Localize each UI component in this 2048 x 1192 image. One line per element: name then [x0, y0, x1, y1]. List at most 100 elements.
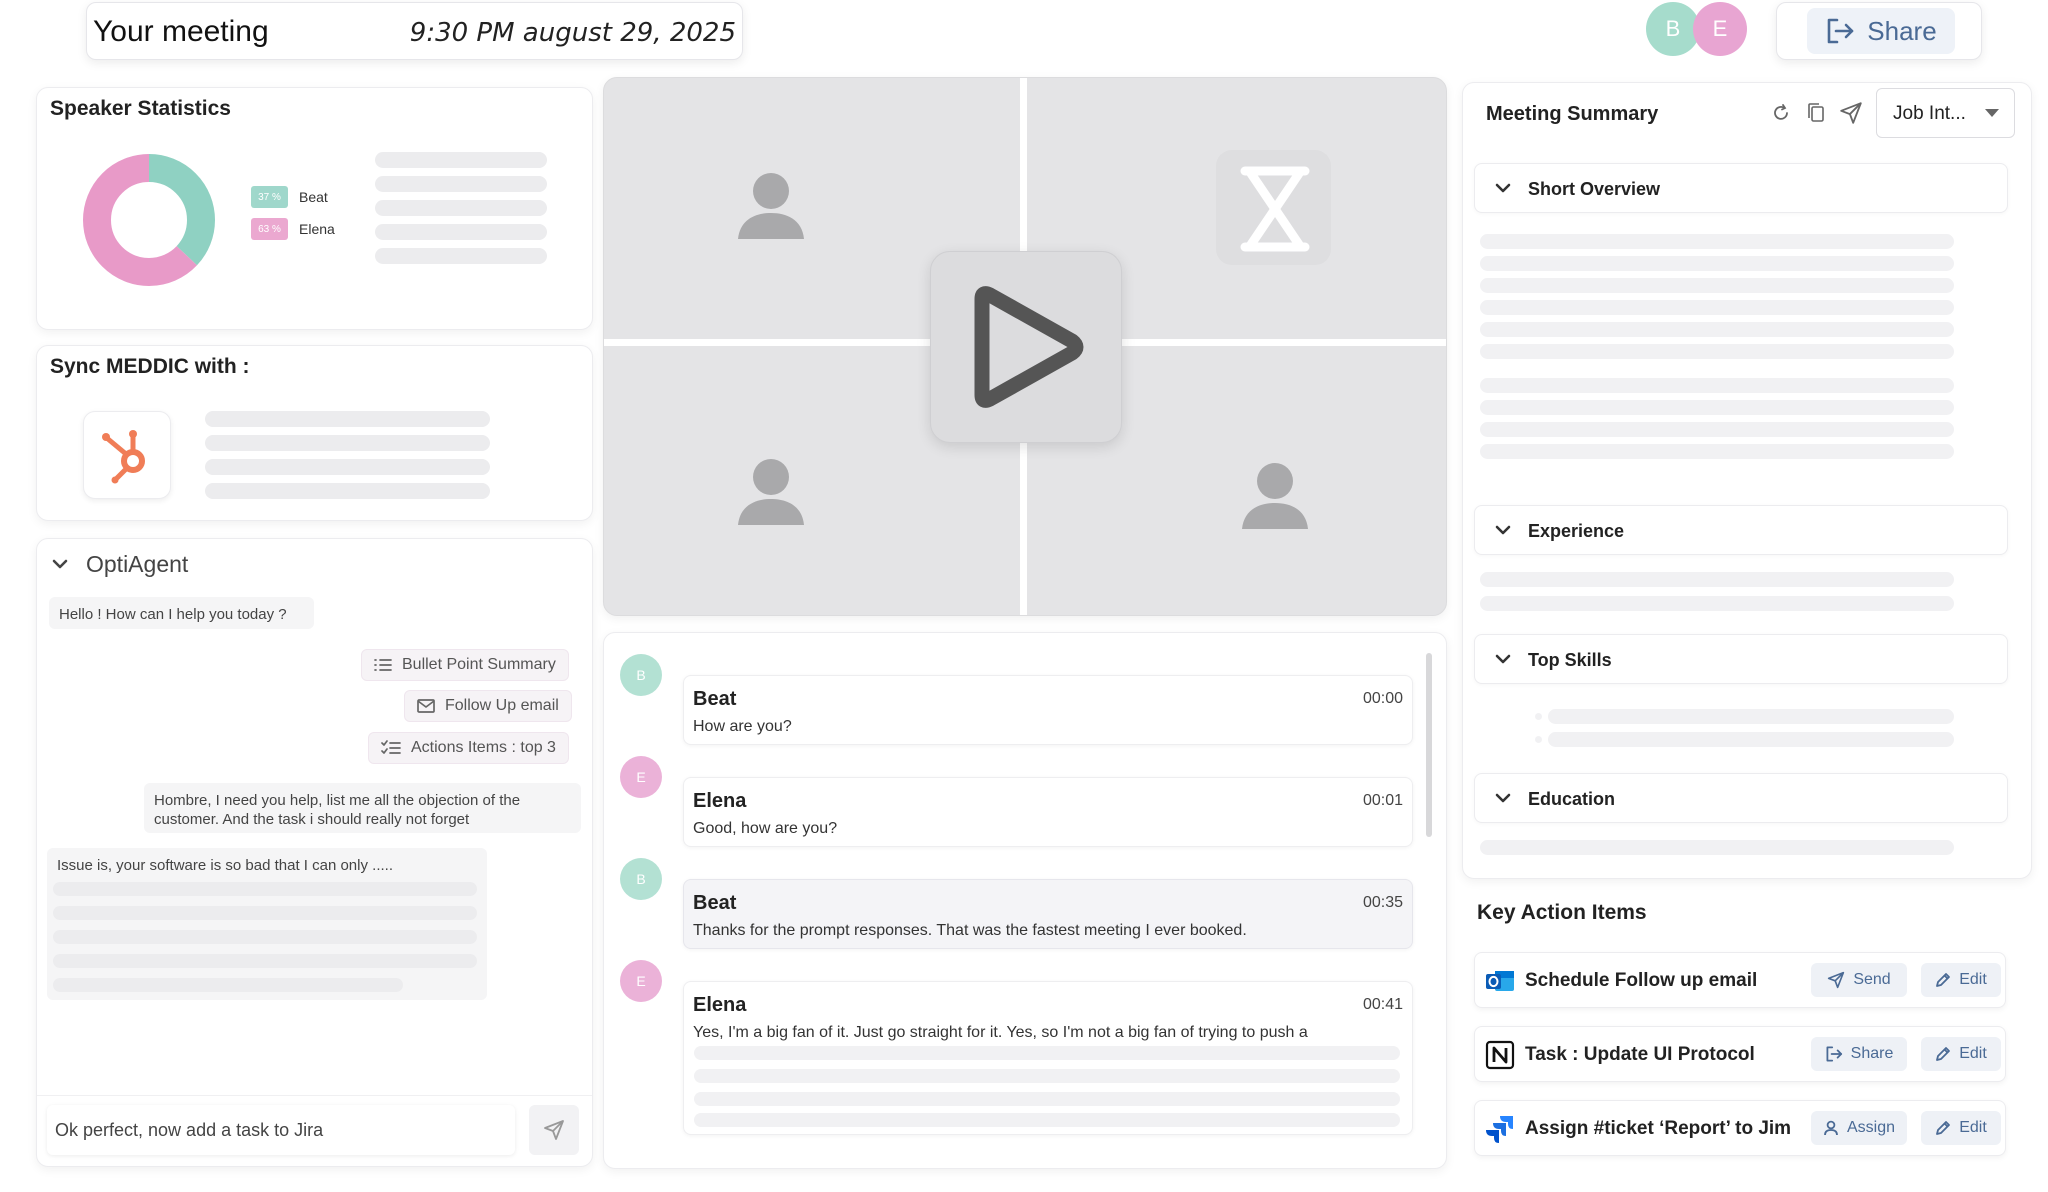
legend-percent-beat: 37 %: [258, 191, 281, 203]
avatar-initial: B: [1665, 16, 1681, 41]
send-label: Send: [1853, 971, 1891, 988]
participant-avatar-b[interactable]: B: [1646, 2, 1700, 56]
send-icon: [1828, 971, 1845, 989]
suggestion-action-items[interactable]: Actions Items : top 3: [368, 732, 569, 764]
copy-icon[interactable]: [1806, 102, 1826, 124]
participant-tile-icon: [738, 459, 804, 525]
agent-reply: Issue is, your software is so bad that I…: [47, 848, 487, 1000]
participant-avatar-e[interactable]: E: [1693, 2, 1747, 56]
share-button[interactable]: Share: [1811, 1037, 1907, 1071]
caret-down-icon: [1985, 109, 1999, 117]
legend-swatch-beat: 37 %: [251, 186, 288, 208]
transcript-entry[interactable]: Beat 00:00 How are you?: [683, 675, 1413, 745]
chevron-down-icon: [1495, 183, 1511, 193]
key-action-items-title: Key Action Items: [1477, 901, 1647, 924]
optiagent-panel: OptiAgent Hello ! How can I help you tod…: [36, 538, 593, 1167]
avatar-initial: E: [1712, 16, 1728, 41]
skeleton-line: [205, 435, 490, 451]
share-label: Share: [1867, 15, 1937, 46]
agent-greeting-text: Hello ! How can I help you today ?: [59, 606, 287, 623]
sync-meddic-title: Sync MEDDIC with :: [50, 355, 250, 378]
skeleton-line: [694, 1046, 1400, 1060]
skeleton-line: [1480, 300, 1954, 315]
user-message-text: Hombre, I need you help, list me all the…: [154, 792, 521, 828]
skeleton-line: [1480, 278, 1954, 293]
chevron-down-icon: [1495, 793, 1511, 803]
skeleton-line: [694, 1113, 1400, 1127]
skeleton-line: [1480, 596, 1954, 611]
play-button[interactable]: [930, 251, 1122, 443]
section-label: Experience: [1528, 521, 1625, 541]
skeleton-line: [375, 176, 547, 192]
skeleton-line: [375, 248, 547, 264]
send-button[interactable]: Send: [1811, 963, 1907, 997]
section-short-overview[interactable]: Short Overview: [1474, 163, 2008, 213]
avatar-initial: E: [636, 973, 646, 989]
transcript-entry-active[interactable]: Beat 00:35 Thanks for the prompt respons…: [683, 879, 1413, 949]
sync-meddic-card: Sync MEDDIC with :: [36, 345, 593, 521]
jira-icon: [1486, 1116, 1513, 1143]
meeting-title-bar: Your meeting 9:30 PM august 29, 2025: [86, 2, 743, 60]
share-exit-icon: [1826, 1046, 1842, 1062]
edit-button[interactable]: Edit: [1921, 1111, 2001, 1145]
checklist-icon: [381, 740, 401, 754]
transcript-text: Yes, I'm a big fan of it. Just go straig…: [693, 1024, 1308, 1041]
section-label: Short Overview: [1528, 179, 1661, 199]
skeleton-line: [1548, 732, 1954, 747]
skeleton-line: [375, 152, 547, 168]
send-message-button[interactable]: [529, 1105, 579, 1155]
skeleton-line: [1480, 840, 1954, 855]
chevron-down-icon: [1495, 525, 1511, 535]
participant-tile-icon: [738, 173, 804, 239]
transcript-speaker: Beat: [693, 688, 737, 710]
share-exit-icon: [1827, 18, 1854, 44]
transcript-speaker: Beat: [693, 892, 737, 914]
hourglass-icon: [1240, 166, 1310, 252]
skeleton-line: [205, 411, 490, 427]
template-select[interactable]: Job Int...: [1876, 88, 2015, 138]
transcript-avatar: E: [620, 960, 662, 1002]
skeleton-line: [53, 954, 477, 968]
legend-swatch-elena: 63 %: [251, 218, 288, 240]
suggestion-bullet-summary[interactable]: Bullet Point Summary: [361, 649, 569, 681]
skeleton-line: [1480, 444, 1954, 459]
transcript-scrollbar[interactable]: [1426, 653, 1432, 837]
hubspot-button[interactable]: [83, 411, 171, 499]
suggestion-label: Bullet Point Summary: [402, 656, 556, 673]
skeleton-line: [53, 930, 477, 944]
skeleton-line: [1480, 378, 1954, 393]
section-top-skills[interactable]: Top Skills: [1474, 634, 2008, 684]
meeting-summary-title: Meeting Summary: [1486, 103, 1659, 125]
transcript-timestamp: 00:01: [1362, 792, 1403, 809]
suggestion-follow-up-email[interactable]: Follow Up email: [404, 690, 572, 722]
skeleton-line: [1548, 709, 1954, 724]
section-label: Top Skills: [1528, 650, 1612, 670]
chevron-down-icon[interactable]: [50, 554, 70, 574]
skeleton-line: [1480, 256, 1954, 271]
optiagent-title: OptiAgent: [86, 551, 189, 577]
assign-label: Assign: [1846, 1119, 1896, 1136]
edit-label: Edit: [1959, 1119, 1987, 1136]
meeting-datetime: 9:30 PM august 29, 2025: [409, 18, 736, 48]
list-icon: [374, 659, 392, 671]
skeleton-line: [1480, 422, 1954, 437]
refresh-icon[interactable]: [1771, 103, 1791, 123]
avatar-initial: B: [636, 667, 646, 683]
section-experience[interactable]: Experience: [1474, 505, 2008, 555]
transcript-text: Good, how are you?: [693, 820, 838, 837]
skeleton-line: [53, 978, 403, 992]
bullet-dot: [1535, 736, 1542, 743]
chat-input[interactable]: [47, 1105, 515, 1155]
section-education[interactable]: Education: [1474, 773, 2008, 823]
assign-button[interactable]: Assign: [1811, 1111, 1907, 1145]
transcript-entry[interactable]: Elena 00:01 Good, how are you?: [683, 777, 1413, 847]
skeleton-line: [1480, 322, 1954, 337]
send-icon[interactable]: [1839, 101, 1863, 125]
transcript-entry[interactable]: Elena 00:41 Yes, I'm a big fan of it. Ju…: [683, 981, 1413, 1135]
share-button[interactable]: Share: [1807, 8, 1955, 54]
edit-button[interactable]: Edit: [1921, 963, 2001, 997]
skeleton-line: [1480, 344, 1954, 359]
action-item-follow-up-email: Schedule Follow up email Send Edit: [1474, 952, 2006, 1008]
video-player[interactable]: [603, 77, 1447, 616]
edit-button[interactable]: Edit: [1921, 1037, 2001, 1071]
